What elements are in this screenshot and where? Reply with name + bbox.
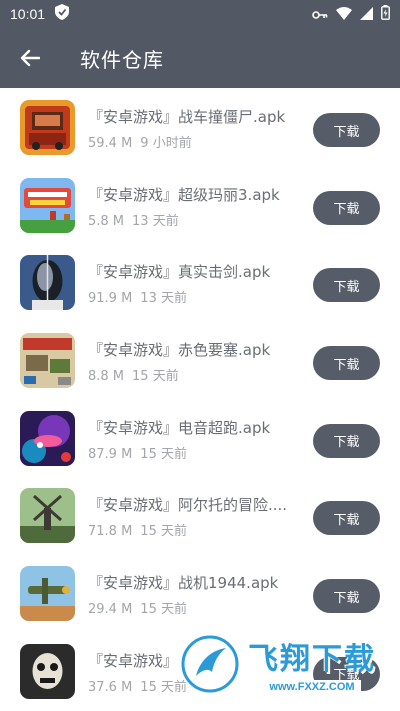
app-meta: 87.9 M 15 天前 <box>88 443 187 462</box>
key-icon <box>312 5 328 24</box>
app-name: 『安卓游戏』 <box>88 651 179 670</box>
list-item: 『安卓游戏』赤色要塞.apk 8.8 M 15 天前 下载 <box>0 321 400 399</box>
download-button[interactable]: 下载 <box>313 501 380 536</box>
super-mario-game-icon <box>20 177 75 233</box>
list-item: 『安卓游戏』超级玛丽3.apk 5.8 M 13 天前 下载 <box>0 166 400 244</box>
app-meta: 91.9 M 13 天前 <box>88 287 187 306</box>
list-item: 『安卓游戏』战机1944.apk 29.4 M 15 天前 下载 <box>0 554 400 632</box>
battery-icon <box>381 4 390 24</box>
app-name: 『安卓游戏』赤色要塞.apk <box>88 341 271 360</box>
list-item: 『安卓游戏』真实击剑.apk 91.9 M 13 天前 下载 <box>0 243 400 321</box>
status-time: 10:01 <box>10 6 46 22</box>
alto-windmill-game-icon <box>20 488 75 544</box>
app-size: 87.9 M <box>88 446 133 462</box>
app-size: 8.8 M <box>88 369 125 385</box>
shield-icon <box>45 4 70 24</box>
grim-reaper-game-icon <box>20 643 75 699</box>
app-meta: 37.6 M 15 天前 <box>88 676 187 695</box>
app-size: 5.8 M <box>88 213 125 229</box>
app-time: 13 天前 <box>140 291 187 307</box>
app-name: 『安卓游戏』战车撞僵尸.apk <box>88 108 286 126</box>
download-button[interactable]: 下载 <box>313 113 380 147</box>
app-name: 『安卓游戏』阿尔托的冒险.... <box>88 496 288 515</box>
list-item: 『安卓游戏』阿尔托的冒险.... 71.8 M 15 天前 下载 <box>0 476 400 554</box>
app-meta: 5.8 M 13 天前 <box>88 210 179 229</box>
app-time: 13 天前 <box>132 213 179 229</box>
list-item: 『安卓游戏』战车撞僵尸.apk 59.4 M 9 小时前 下载 <box>0 88 400 166</box>
app-meta: 59.4 M 9 小时前 <box>88 132 192 151</box>
download-button[interactable]: 下载 <box>313 579 380 614</box>
status-bar: 10:01 <box>0 0 400 28</box>
app-name: 『安卓游戏』超级玛丽3.apk <box>88 185 280 204</box>
list-item: 『安卓游戏』 37.6 M 15 天前 下载 <box>0 632 400 710</box>
back-button[interactable] <box>0 28 60 88</box>
app-size: 91.9 M <box>88 291 133 307</box>
app-time: 15 天前 <box>132 369 179 385</box>
app-name: 『安卓游戏』电音超跑.apk <box>88 418 271 437</box>
download-button[interactable]: 下载 <box>313 190 380 225</box>
app-size: 59.4 M <box>88 136 133 151</box>
neon-racer-game-icon <box>20 410 75 466</box>
app-bar: 软件仓库 <box>0 28 400 88</box>
red-fortress-game-icon <box>20 333 75 389</box>
app-time: 15 天前 <box>140 524 187 540</box>
app-meta: 71.8 M 15 天前 <box>88 520 187 539</box>
app-time: 15 天前 <box>140 602 187 618</box>
warplane-1944-game-icon <box>20 566 75 622</box>
app-list: 『安卓游戏』战车撞僵尸.apk 59.4 M 9 小时前 下载 『安卓游戏』超级玛… <box>0 88 400 710</box>
app-size: 71.8 M <box>88 524 133 540</box>
app-size: 29.4 M <box>88 602 133 618</box>
download-button[interactable]: 下载 <box>313 268 380 303</box>
download-button[interactable]: 下载 <box>313 423 380 458</box>
download-button[interactable]: 下载 <box>313 656 380 691</box>
app-meta: 29.4 M 15 天前 <box>88 598 187 617</box>
app-name: 『安卓游戏』战机1944.apk <box>88 574 279 593</box>
zombie-truck-game-icon <box>20 100 75 155</box>
list-item: 『安卓游戏』电音超跑.apk 87.9 M 15 天前 下载 <box>0 399 400 477</box>
arrow-left-icon <box>20 49 40 67</box>
app-time: 15 天前 <box>140 679 187 695</box>
fencing-mask-game-icon <box>20 255 75 311</box>
app-time: 15 天前 <box>140 446 187 462</box>
signal-icon <box>360 5 373 24</box>
app-size: 37.6 M <box>88 679 133 695</box>
download-button[interactable]: 下载 <box>313 346 380 381</box>
app-meta: 8.8 M 15 天前 <box>88 365 179 384</box>
page-title: 软件仓库 <box>80 47 164 72</box>
app-name: 『安卓游戏』真实击剑.apk <box>88 263 271 282</box>
app-time: 9 小时前 <box>140 136 192 151</box>
wifi-icon <box>336 5 352 24</box>
